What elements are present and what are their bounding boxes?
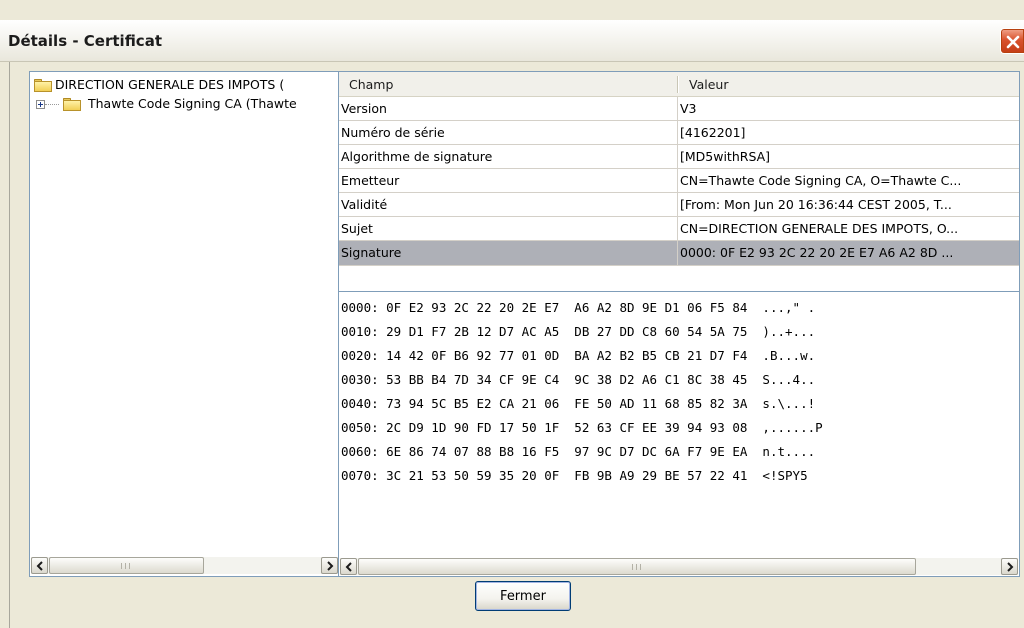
folder-icon: [63, 98, 81, 111]
value-cell: [MD5withRSA]: [680, 149, 771, 164]
tree-horizontal-scrollbar[interactable]: [31, 557, 338, 574]
chevron-left-icon: [36, 561, 43, 571]
tree-item-label: DIRECTION GENERALE DES IMPOTS (: [55, 77, 285, 92]
chevron-right-icon: [1007, 562, 1014, 572]
close-button[interactable]: [1000, 28, 1024, 54]
tree-connector: [45, 104, 59, 105]
value-cell: CN=DIRECTION GENERALE DES IMPOTS, O...: [680, 221, 959, 236]
table-row[interactable]: Algorithme de signature [MD5withRSA]: [339, 145, 1019, 169]
hex-horizontal-scrollbar[interactable]: [340, 558, 1018, 575]
scroll-thumb[interactable]: [358, 558, 916, 575]
field-cell: Algorithme de signature: [341, 149, 493, 164]
folder-icon: [34, 79, 52, 92]
window-title: Détails - Certificat: [8, 32, 162, 50]
scroll-thumb[interactable]: [49, 557, 204, 574]
value-cell: 0000: 0F E2 93 2C 22 20 2E E7 A6 A2 8D .…: [680, 245, 954, 260]
value-cell: CN=Thawte Code Signing CA, O=Thawte C...: [680, 173, 962, 188]
chevron-left-icon: [345, 562, 352, 572]
tree-item-label: Thawte Code Signing CA (Thawte: [88, 96, 297, 111]
chevron-right-icon: [327, 561, 334, 571]
field-cell: Emetteur: [341, 173, 400, 188]
value-cell: [4162201]: [680, 125, 746, 140]
scroll-right-button[interactable]: [321, 557, 338, 574]
table-row[interactable]: Validité [From: Mon Jun 20 16:36:44 CEST…: [339, 193, 1019, 217]
hex-line: 0070: 3C 21 53 50 59 35 20 0F FB 9B A9 2…: [341, 468, 816, 483]
column-header-field[interactable]: Champ: [339, 72, 677, 97]
tree-item-root[interactable]: DIRECTION GENERALE DES IMPOTS (: [30, 76, 339, 94]
field-cell: Sujet: [341, 221, 373, 236]
close-dialog-button[interactable]: Fermer: [475, 581, 571, 611]
table-row-selected[interactable]: Signature 0000: 0F E2 93 2C 22 20 2E E7 …: [339, 241, 1019, 265]
table-row[interactable]: Version V3: [339, 97, 1019, 121]
field-cell: Numéro de série: [341, 125, 445, 140]
scroll-left-button[interactable]: [340, 558, 357, 575]
hex-line: 0010: 29 D1 F7 2B 12 D7 AC A5 DB 27 DD C…: [341, 324, 816, 339]
table-header: Champ Valeur: [339, 72, 1019, 97]
table-row[interactable]: Sujet CN=DIRECTION GENERALE DES IMPOTS, …: [339, 217, 1019, 241]
table-row[interactable]: Emetteur CN=Thawte Code Signing CA, O=Th…: [339, 169, 1019, 193]
scroll-left-button[interactable]: [31, 557, 48, 574]
close-icon: [1006, 35, 1020, 49]
hex-line: 0050: 2C D9 1D 90 FD 17 50 1F 52 63 CF E…: [341, 420, 823, 435]
certificate-details-dialog: Détails - Certificat DIRECTION GENERALE …: [0, 0, 1024, 628]
value-cell: [From: Mon Jun 20 16:36:44 CEST 2005, T.…: [680, 197, 952, 212]
hex-line: 0020: 14 42 0F B6 92 77 01 0D BA A2 B2 B…: [341, 348, 816, 363]
table-row[interactable]: Numéro de série [4162201]: [339, 121, 1019, 145]
certificate-tree[interactable]: DIRECTION GENERALE DES IMPOTS ( Thawte C…: [29, 71, 340, 577]
dialog-body: DIRECTION GENERALE DES IMPOTS ( Thawte C…: [9, 62, 1024, 628]
column-header-value[interactable]: Valeur: [679, 72, 1019, 97]
field-cell: Version: [341, 101, 387, 116]
hex-line: 0040: 73 94 5C B5 E2 CA 21 06 FE 50 AD 1…: [341, 396, 816, 411]
hex-line: 0060: 6E 86 74 07 88 B8 16 F5 97 9C D7 D…: [341, 444, 816, 459]
field-cell: Validité: [341, 197, 388, 212]
hex-line: 0000: 0F E2 93 2C 22 20 2E E7 A6 A2 8D 9…: [341, 300, 816, 315]
title-bar[interactable]: Détails - Certificat: [0, 20, 1024, 62]
certificate-fields-table: Champ Valeur Version V3 Numéro de série …: [338, 71, 1020, 293]
scroll-right-button[interactable]: [1001, 558, 1018, 575]
tree-item-child[interactable]: Thawte Code Signing CA (Thawte: [30, 96, 339, 114]
hex-line: 0030: 53 BB B4 7D 34 CF 9E C4 9C 38 D2 A…: [341, 372, 816, 387]
value-cell: V3: [680, 101, 697, 116]
plus-expander-icon[interactable]: [36, 100, 45, 109]
signature-hex-view[interactable]: 0000: 0F E2 93 2C 22 20 2E E7 A6 A2 8D 9…: [338, 291, 1020, 577]
field-cell: Signature: [341, 245, 402, 260]
